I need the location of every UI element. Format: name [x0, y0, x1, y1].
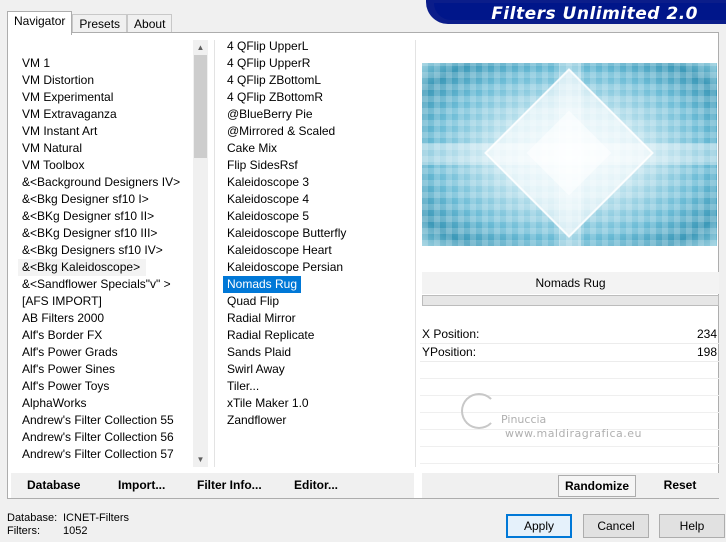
progress-bar: [422, 295, 719, 306]
category-item[interactable]: &<Background Designers IV>: [18, 174, 180, 191]
category-item[interactable]: &<Bkg Designers sf10 IV>: [18, 242, 180, 259]
category-item[interactable]: VM Toolbox: [18, 157, 180, 174]
filter-item[interactable]: 4 QFlip UpperR: [223, 55, 413, 72]
watermark-logo-icon: [461, 393, 497, 429]
scroll-up-icon[interactable]: ▲: [193, 40, 208, 55]
randomize-button[interactable]: Randomize: [558, 475, 636, 497]
filter-list[interactable]: 4 QFlip UpperL 4 QFlip UpperR 4 QFlip ZBot…: [223, 38, 413, 429]
apply-button[interactable]: Apply: [506, 514, 572, 538]
filter-item[interactable]: Radial Mirror: [223, 310, 413, 327]
filter-item[interactable]: Kaleidoscope Heart: [223, 242, 413, 259]
help-button[interactable]: Help: [659, 514, 725, 538]
banner-title: Filters Unlimited 2.0: [491, 4, 698, 24]
category-item[interactable]: VM Natural: [18, 140, 180, 157]
filter-item[interactable]: Kaleidoscope 3: [223, 174, 413, 191]
category-item[interactable]: VM 1: [18, 55, 180, 72]
filter-info-button[interactable]: Filter Info...: [197, 473, 262, 498]
list-divider: [214, 40, 215, 467]
param-slot: [420, 362, 719, 379]
reset-button[interactable]: Reset: [650, 475, 710, 497]
scroll-thumb[interactable]: [194, 55, 207, 158]
filter-item[interactable]: 4 QFlip ZBottomL: [223, 72, 413, 89]
status-filters-value: 1052: [63, 525, 88, 537]
category-item[interactable]: Andrew's Filter Collection 57: [18, 446, 180, 463]
category-item[interactable]: &<Bkg Designer sf10 I>: [18, 191, 180, 208]
filter-item[interactable]: Quad Flip: [223, 293, 413, 310]
category-item[interactable]: VM Extravaganza: [18, 106, 180, 123]
category-scrollbar[interactable]: ▲ ▼: [193, 40, 208, 467]
filter-item[interactable]: Sands Plaid: [223, 344, 413, 361]
status-filters-label: Filters:: [7, 525, 40, 537]
tab-strip: Navigator Presets About: [7, 11, 173, 35]
filter-item[interactable]: Tiler...: [223, 378, 413, 395]
title-banner: Filters Unlimited 2.0: [426, 0, 726, 24]
category-item[interactable]: Alf's Power Sines: [18, 361, 180, 378]
filter-item[interactable]: Cake Mix: [223, 140, 413, 157]
category-items: VM 1 VM Distortion VM Experimental VM Extra…: [14, 55, 180, 463]
category-item[interactable]: VM Experimental: [18, 89, 180, 106]
category-item-selected[interactable]: &<Bkg Kaleidoscope>: [18, 259, 147, 276]
category-item[interactable]: [AFS IMPORT]: [18, 293, 180, 310]
category-item[interactable]: Andrew's Filter Collection 56: [18, 429, 180, 446]
filter-item[interactable]: 4 QFlip UpperL: [223, 38, 413, 55]
filter-item[interactable]: xTile Maker 1.0: [223, 395, 413, 412]
param-value: 198: [696, 345, 717, 359]
param-y-position[interactable]: YPosition: 198: [420, 344, 719, 362]
category-item[interactable]: VM Distortion: [18, 72, 180, 89]
category-item[interactable]: &<Sandflower Specials"v" >: [18, 276, 180, 293]
watermark-line1: Pinuccia: [501, 413, 547, 426]
list-button-bar: Database Import... Filter Info... Editor…: [11, 473, 414, 498]
status-database-label: Database:: [7, 512, 58, 524]
filter-item-selected[interactable]: Nomads Rug: [223, 276, 302, 293]
filter-item[interactable]: 4 QFlip ZBottomR: [223, 89, 413, 106]
watermark-line2: www.maldiragrafica.eu: [505, 427, 642, 440]
category-item[interactable]: &<BKg Designer sf10 III>: [18, 225, 180, 242]
filter-item[interactable]: Kaleidoscope 5: [223, 208, 413, 225]
param-value: 234: [696, 327, 717, 341]
filter-name-label: Nomads Rug: [422, 272, 719, 294]
preview-divider: [415, 40, 416, 467]
param-label: YPosition:: [422, 345, 477, 359]
preview-image: [422, 63, 717, 246]
category-item[interactable]: &<BKg Designer sf10 II>: [18, 208, 180, 225]
status-database-value: ICNET-Filters: [63, 512, 129, 524]
category-item[interactable]: AlphaWorks: [18, 395, 180, 412]
filter-item[interactable]: Kaleidoscope Persian: [223, 259, 413, 276]
category-list[interactable]: VM 1 VM Distortion VM Experimental VM Extra…: [10, 40, 207, 467]
filter-item[interactable]: Radial Replicate: [223, 327, 413, 344]
editor-button[interactable]: Editor...: [294, 473, 338, 498]
status-area: Database: ICNET-Filters Filters: 1052: [7, 512, 129, 538]
filter-item[interactable]: Swirl Away: [223, 361, 413, 378]
param-label: X Position:: [422, 327, 480, 341]
watermark: Pinuccia www.maldiragrafica.eu: [461, 393, 691, 443]
category-item[interactable]: AB Filters 2000: [18, 310, 180, 327]
filter-item[interactable]: @BlueBerry Pie: [223, 106, 413, 123]
category-item[interactable]: VM Instant Art: [18, 123, 180, 140]
category-item[interactable]: Alf's Power Grads: [18, 344, 180, 361]
filter-item[interactable]: @Mirrored & Scaled: [223, 123, 413, 140]
filter-item[interactable]: Flip SidesRsf: [223, 157, 413, 174]
filter-item[interactable]: Zandflower: [223, 412, 413, 429]
filter-item[interactable]: Kaleidoscope 4: [223, 191, 413, 208]
tab-navigator[interactable]: Navigator: [7, 11, 73, 35]
param-x-position[interactable]: X Position: 234: [420, 326, 719, 344]
import-button[interactable]: Import...: [118, 473, 165, 498]
param-button-bar: Randomize Reset: [422, 473, 719, 498]
param-slot: [420, 447, 719, 464]
category-item[interactable]: Alf's Border FX: [18, 327, 180, 344]
category-item[interactable]: Andrew's Filter Collection 55: [18, 412, 180, 429]
database-button[interactable]: Database: [27, 473, 80, 498]
cancel-button[interactable]: Cancel: [583, 514, 649, 538]
category-item[interactable]: Alf's Power Toys: [18, 378, 180, 395]
filter-item[interactable]: Kaleidoscope Butterfly: [223, 225, 413, 242]
scroll-down-icon[interactable]: ▼: [193, 452, 208, 467]
